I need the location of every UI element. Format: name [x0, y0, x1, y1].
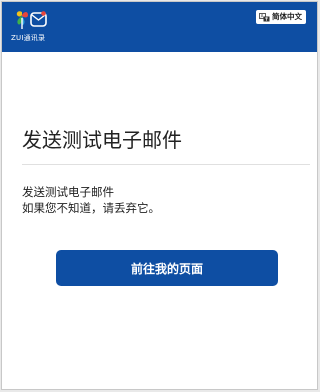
message-body: 发送测试电子邮件 如果您不知道，请丢弃它。 — [22, 184, 160, 216]
email-frame: ZUI通讯录 A 简体中文 发送测试电子邮件 发送测试电子邮件 如果您不知道，请… — [1, 1, 318, 390]
language-label: 简体中文 — [272, 12, 302, 21]
header-bar: ZUI通讯录 A 简体中文 — [2, 2, 317, 52]
language-selector[interactable]: A 简体中文 — [256, 10, 306, 24]
logo-text: ZUI通讯录 — [11, 34, 46, 42]
zui-logo-icon — [16, 11, 47, 29]
svg-text:A: A — [261, 13, 264, 18]
brand-logo: ZUI通讯录 — [11, 9, 55, 45]
language-icon: A — [259, 12, 270, 21]
message-line-2: 如果您不知道，请丢弃它。 — [22, 201, 160, 215]
divider — [22, 164, 310, 165]
message-line-1: 发送测试电子邮件 — [22, 185, 114, 199]
page-title: 发送测试电子邮件 — [22, 128, 182, 152]
go-to-my-page-button[interactable]: 前往我的页面 — [56, 250, 278, 286]
